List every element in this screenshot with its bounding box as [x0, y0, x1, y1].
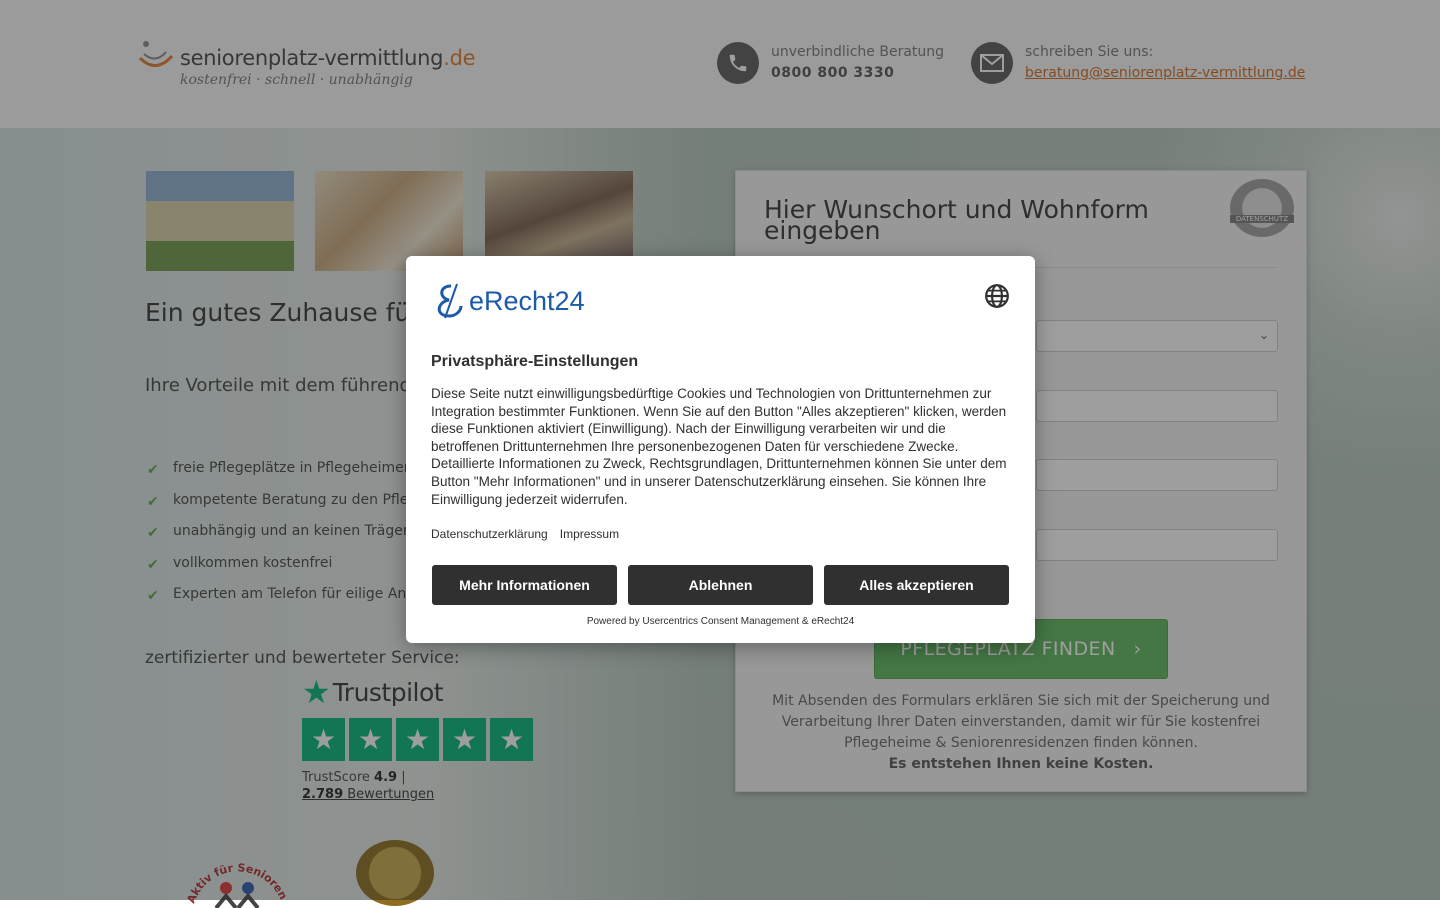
privacy-policy-link[interactable]: Datenschutzerklärung: [431, 527, 548, 541]
accept-all-button[interactable]: Alles akzeptieren: [824, 565, 1009, 605]
consent-dialog: eRecht24 Privatsphäre-Einstellungen Dies…: [406, 256, 1035, 643]
imprint-link[interactable]: Impressum: [560, 527, 619, 541]
erecht24-logo: eRecht24: [431, 282, 585, 320]
decline-button[interactable]: Ablehnen: [628, 565, 813, 605]
consent-text: Diese Seite nutzt einwilligungsbedürftig…: [431, 386, 1007, 507]
consent-title: Privatsphäre-Einstellungen: [431, 353, 639, 370]
more-info-button[interactable]: Mehr Informationen: [432, 565, 617, 605]
erecht24-mark-icon: [437, 283, 463, 319]
language-globe-icon[interactable]: [984, 283, 1010, 309]
consent-links: Datenschutzerklärung Impressum: [431, 527, 619, 541]
erecht24-brand: eRecht24: [469, 285, 585, 316]
powered-by: Powered by Usercentrics Consent Manageme…: [586, 616, 855, 627]
